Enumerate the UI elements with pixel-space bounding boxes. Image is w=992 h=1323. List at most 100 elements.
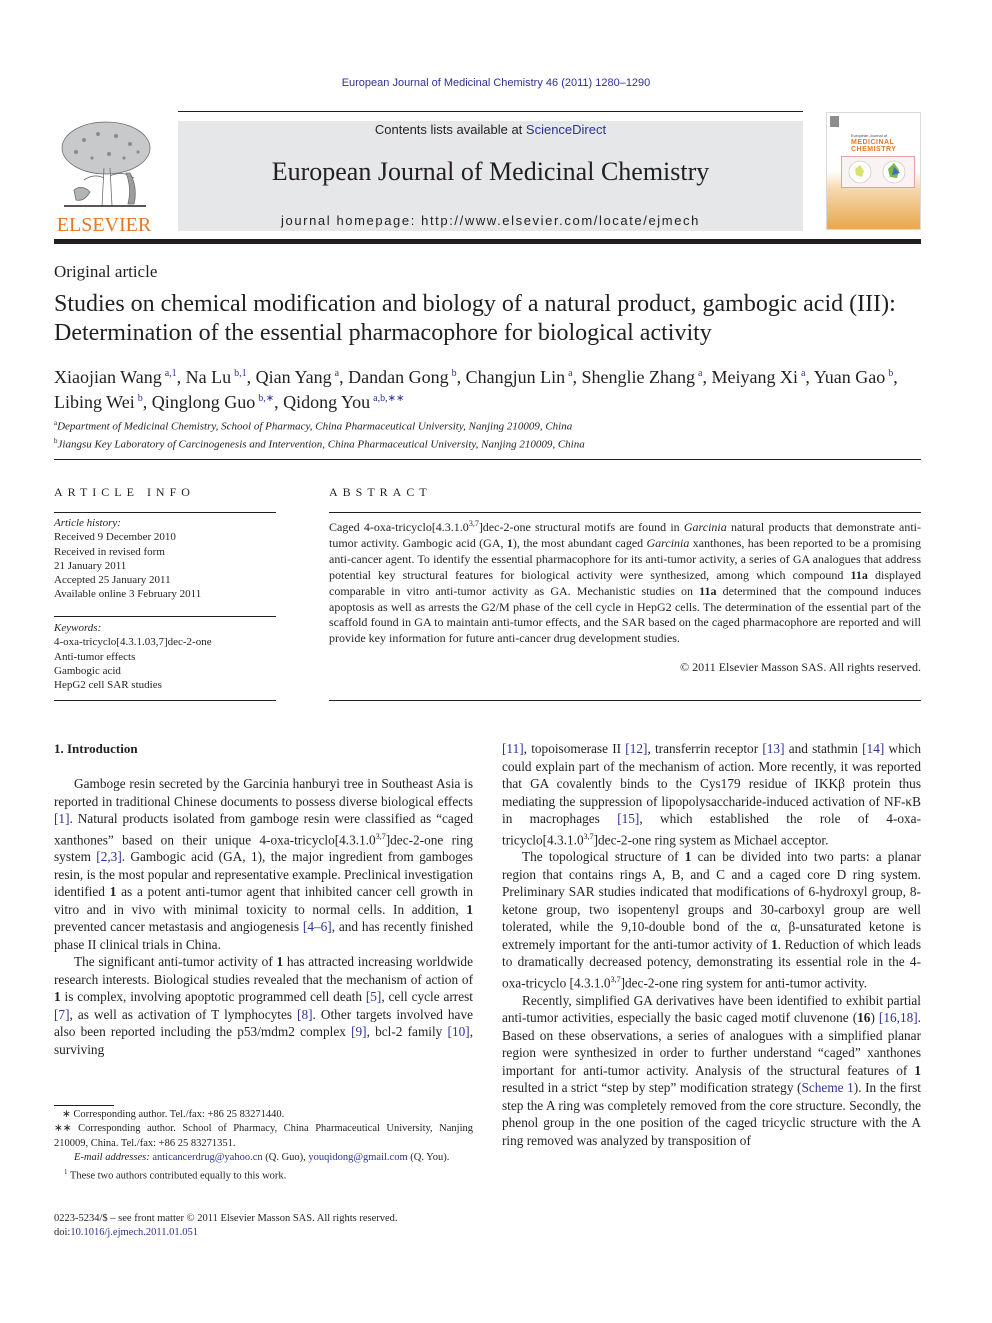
text-run: resulted in a strict “step by step” modi… (502, 1080, 802, 1096)
history-item: Received in revised form (54, 545, 165, 558)
compound-number: 11a (699, 583, 717, 598)
author-name[interactable]: Qidong You (283, 392, 370, 412)
doi-label: doi: (54, 1227, 71, 1239)
text-run: ]dec-2-one ring system for anti-tumor ac… (620, 975, 868, 991)
body-paragraph: Gamboge resin secreted by the Garcinia h… (54, 775, 473, 953)
keyword-list: 4-oxa-tricyclo[4.3.1.03,7]dec-2-one Anti-… (54, 635, 276, 692)
abstract-text: Caged 4-oxa-tricyclo[4.3.1.03,7]dec-2-on… (329, 516, 921, 647)
author-separator: , (142, 392, 152, 412)
reference-link[interactable]: [7] (54, 1007, 70, 1022)
reference-link[interactable]: [11] (502, 741, 524, 756)
compound-number: 1 (466, 901, 473, 917)
reference-link[interactable]: [4–6] (303, 919, 332, 934)
history-item: Available online 3 February 2011 (54, 588, 202, 601)
article-type: Original article (54, 262, 158, 281)
body-paragraph: Recently, simplified GA derivatives have… (502, 992, 921, 1150)
author-name[interactable]: Changjun Lin (466, 367, 566, 387)
journal-cover-thumbnail[interactable]: European Journal of MEDICINAL CHEMISTRY (826, 112, 921, 230)
author-separator: , (893, 367, 898, 387)
article-history-label: Article history: (54, 517, 121, 529)
affiliation-text: Jiangsu Key Laboratory of Carcinogenesis… (57, 438, 585, 451)
article-history: Article history: Received 9 December 201… (54, 516, 276, 602)
italic-term: Garcinia (646, 535, 690, 550)
doi-link[interactable]: 10.1016/j.ejmech.2011.01.051 (70, 1227, 198, 1238)
author-separator: , (456, 367, 466, 387)
text-run: , bcl-2 family (366, 1024, 448, 1040)
author-separator: , (805, 367, 814, 387)
superscript: 3,7 (468, 519, 479, 528)
author-affiliation-marker[interactable]: b,1 (234, 368, 247, 379)
reference-link[interactable]: [16,18] (879, 1010, 918, 1025)
keyword-item: Gambogic acid (54, 664, 121, 677)
text-run: ]dec-2-one structural motifs are found i… (478, 520, 684, 534)
journal-citation-link[interactable]: European Journal of Medicinal Chemistry … (0, 77, 992, 89)
footnote-emails: E-mail addresses: anticancerdrug@yahoo.c… (54, 1151, 473, 1165)
cover-title-line2: CHEMISTRY (851, 146, 897, 153)
keyword-item: Anti-tumor effects (54, 650, 136, 663)
reference-link[interactable]: [10] (448, 1024, 470, 1039)
elsevier-logo[interactable]: ELSEVIER (54, 118, 154, 236)
author-name[interactable]: Meiyang Xi (711, 367, 797, 387)
keywords: Keywords: 4-oxa-tricyclo[4.3.1.03,7]dec-… (54, 621, 276, 692)
affiliation-text: Department of Medicinal Chemistry, Schoo… (57, 420, 573, 433)
author-name[interactable]: Qian Yang (256, 367, 332, 387)
reference-link[interactable]: [9] (351, 1024, 367, 1039)
footnotes: ∗ Corresponding author. Tel./fax: +86 25… (54, 1108, 473, 1184)
article-history-list: Received 9 December 2010 Received in revi… (54, 530, 276, 601)
author-name[interactable]: Shenglie Zhang (582, 367, 695, 387)
text-run: prevented cancer metastasis and angiogen… (54, 919, 303, 935)
cover-radar-charts-icon (848, 160, 906, 184)
author-name[interactable]: Qinglong Guo (152, 392, 256, 412)
text-run: is complex, involving apoptotic programm… (60, 989, 366, 1005)
reference-link[interactable]: [13] (762, 741, 784, 756)
reference-link[interactable]: [12] (625, 741, 647, 756)
elsevier-wordmark: ELSEVIER (56, 214, 152, 236)
author-separator: , (339, 367, 349, 387)
header-thick-rule (54, 239, 921, 244)
text-run: as a potent anti-tumor agent that inhibi… (54, 884, 473, 917)
reference-link[interactable]: [1] (54, 811, 70, 826)
author-affiliation-marker[interactable]: a,1 (165, 368, 177, 379)
author-affiliation-marker[interactable]: b,∗ (258, 393, 274, 404)
author-name[interactable]: Yuan Gao (814, 367, 885, 387)
compound-number: 1 (914, 1062, 921, 1078)
article-info-rule (54, 616, 276, 617)
doi-line: doi:10.1016/j.ejmech.2011.01.051 (54, 1226, 473, 1240)
reference-link[interactable]: Scheme 1 (801, 1080, 853, 1095)
compound-number: 1 (771, 936, 778, 952)
sciencedirect-link[interactable]: ScienceDirect (526, 122, 606, 137)
email-link-you[interactable]: youqidong@gmail.com (308, 1152, 407, 1163)
text-run: , as well as activation of T lymphocytes (69, 1006, 298, 1022)
footnote-equal-text: These two authors contributed equally to… (67, 1170, 287, 1182)
email-owner-you: (Q. You). (407, 1151, 450, 1163)
affiliations: aDepartment of Medicinal Chemistry, Scho… (54, 416, 934, 451)
reference-link[interactable]: [2,3] (96, 849, 121, 864)
front-matter: 0223-5234/$ – see front matter © 2011 El… (54, 1212, 473, 1241)
author-name[interactable]: Libing Wei (54, 392, 135, 412)
author-name[interactable]: Xiaojian Wang (54, 367, 162, 387)
reference-link[interactable]: [15] (617, 811, 639, 826)
email-link-guo[interactable]: anticancerdrug@yahoo.cn (152, 1152, 262, 1163)
journal-homepage-link[interactable]: journal homepage: http://www.elsevier.co… (178, 213, 803, 228)
footnote-corresponding-2: ∗∗ Corresponding author. School of Pharm… (54, 1123, 473, 1149)
italic-term: Garcinia (683, 520, 727, 534)
footnote-rule (54, 1105, 114, 1106)
cover-elsevier-icon (830, 116, 839, 127)
cover-title-line1: MEDICINAL (851, 139, 895, 146)
author-list: Xiaojian Wang a,1, Na Lu b,1, Qian Yang a, … (54, 363, 934, 413)
reference-link[interactable]: [14] (862, 741, 884, 756)
reference-link[interactable]: [8] (297, 1007, 313, 1022)
author-name[interactable]: Dandan Gong (348, 367, 448, 387)
text-run: Caged 4-oxa-tricyclo[4.3.1.0 (329, 520, 469, 534)
author-name[interactable]: Na Lu (186, 367, 231, 387)
contents-line: Contents lists available at ScienceDirec… (178, 122, 803, 137)
superscript: 3,7 (583, 831, 594, 841)
compound-number: 1 (54, 989, 61, 1005)
affiliation-item: bJiangsu Key Laboratory of Carcinogenesi… (54, 434, 934, 452)
reference-link[interactable]: [5] (366, 989, 382, 1004)
author-affiliation-marker[interactable]: a,b,∗∗ (373, 393, 404, 404)
text-run: and stathmin (784, 741, 863, 756)
cover-subtitle: European Journal of (851, 133, 888, 138)
abstract-copyright: © 2011 Elsevier Masson SAS. All rights r… (680, 660, 921, 674)
body-column-left: Gamboge resin secreted by the Garcinia h… (54, 775, 473, 1058)
